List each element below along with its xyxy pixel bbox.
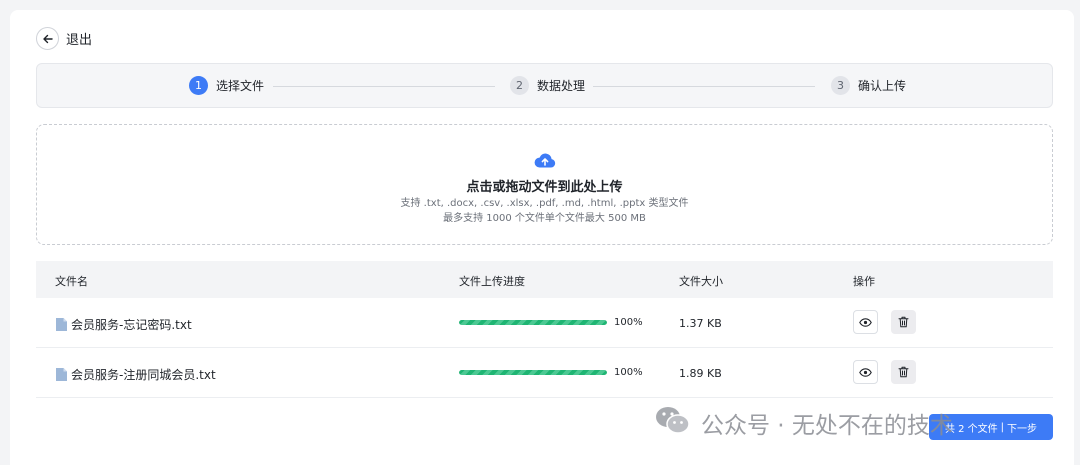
progress-percent: 100% <box>614 317 643 328</box>
back-button[interactable]: 退出 <box>36 27 92 50</box>
step-number: 1 <box>189 76 208 95</box>
step-label: 数据处理 <box>537 79 586 93</box>
arrow-left-icon <box>36 27 59 50</box>
table-header: 文件名 文件上传进度 文件大小 操作 <box>36 261 1053 298</box>
next-step-label: 下一步 <box>1007 423 1038 435</box>
step-data-processing: 2 数据处理 <box>510 76 585 95</box>
file-size: 1.37 KB <box>679 317 722 330</box>
step-indicator: 1 选择文件 2 数据处理 3 确认上传 <box>36 63 1053 108</box>
text-file-icon <box>56 366 67 385</box>
step-confirm-upload: 3 确认上传 <box>831 76 906 95</box>
delete-button[interactable] <box>891 360 916 384</box>
back-label: 退出 <box>66 33 93 48</box>
upload-progress-bar <box>459 320 607 325</box>
trash-icon <box>898 316 909 328</box>
column-header-actions: 操作 <box>853 275 875 288</box>
step-number: 3 <box>831 76 850 95</box>
upload-hint-limit: 最多支持 1000 个文件单个文件最大 500 MB <box>443 213 646 224</box>
preview-button[interactable] <box>853 360 878 384</box>
watermark: 公众号 · 无处不在的技术 <box>655 405 953 441</box>
eye-icon <box>859 317 872 327</box>
file-name: 会员服务-忘记密码.txt <box>71 318 192 332</box>
progress-percent: 100% <box>614 367 643 378</box>
column-header-progress: 文件上传进度 <box>459 275 525 288</box>
upload-progress-fill <box>459 320 607 325</box>
step-connector <box>593 86 815 87</box>
upload-progress-bar <box>459 370 607 375</box>
trash-icon <box>898 366 909 378</box>
step-label: 选择文件 <box>216 79 265 93</box>
wechat-icon <box>655 405 691 441</box>
upload-title: 点击或拖动文件到此处上传 <box>466 180 623 195</box>
step-select-file: 1 选择文件 <box>189 76 264 95</box>
step-label: 确认上传 <box>858 79 907 93</box>
file-size: 1.89 KB <box>679 367 722 380</box>
preview-button[interactable] <box>853 310 878 334</box>
table-row: 会员服务-注册同城会员.txt 100% 1.89 KB <box>36 348 1053 398</box>
step-number: 2 <box>510 76 529 95</box>
divider: | <box>1000 421 1005 433</box>
cloud-upload-icon <box>534 151 556 173</box>
eye-icon <box>859 367 872 377</box>
watermark-text: 公众号 · 无处不在的技术 <box>701 413 953 439</box>
table-row: 会员服务-忘记密码.txt 100% 1.37 KB <box>36 298 1053 348</box>
delete-button[interactable] <box>891 310 916 334</box>
step-connector <box>273 86 495 87</box>
column-header-filename: 文件名 <box>55 275 88 288</box>
upload-hint-types: 支持 .txt, .docx, .csv, .xlsx, .pdf, .md, … <box>400 198 689 209</box>
file-name: 会员服务-注册同城会员.txt <box>71 368 216 382</box>
upload-progress-fill <box>459 370 607 375</box>
text-file-icon <box>56 316 67 335</box>
column-header-size: 文件大小 <box>679 275 723 288</box>
upload-dropzone[interactable]: 点击或拖动文件到此处上传 支持 .txt, .docx, .csv, .xlsx… <box>36 124 1053 245</box>
